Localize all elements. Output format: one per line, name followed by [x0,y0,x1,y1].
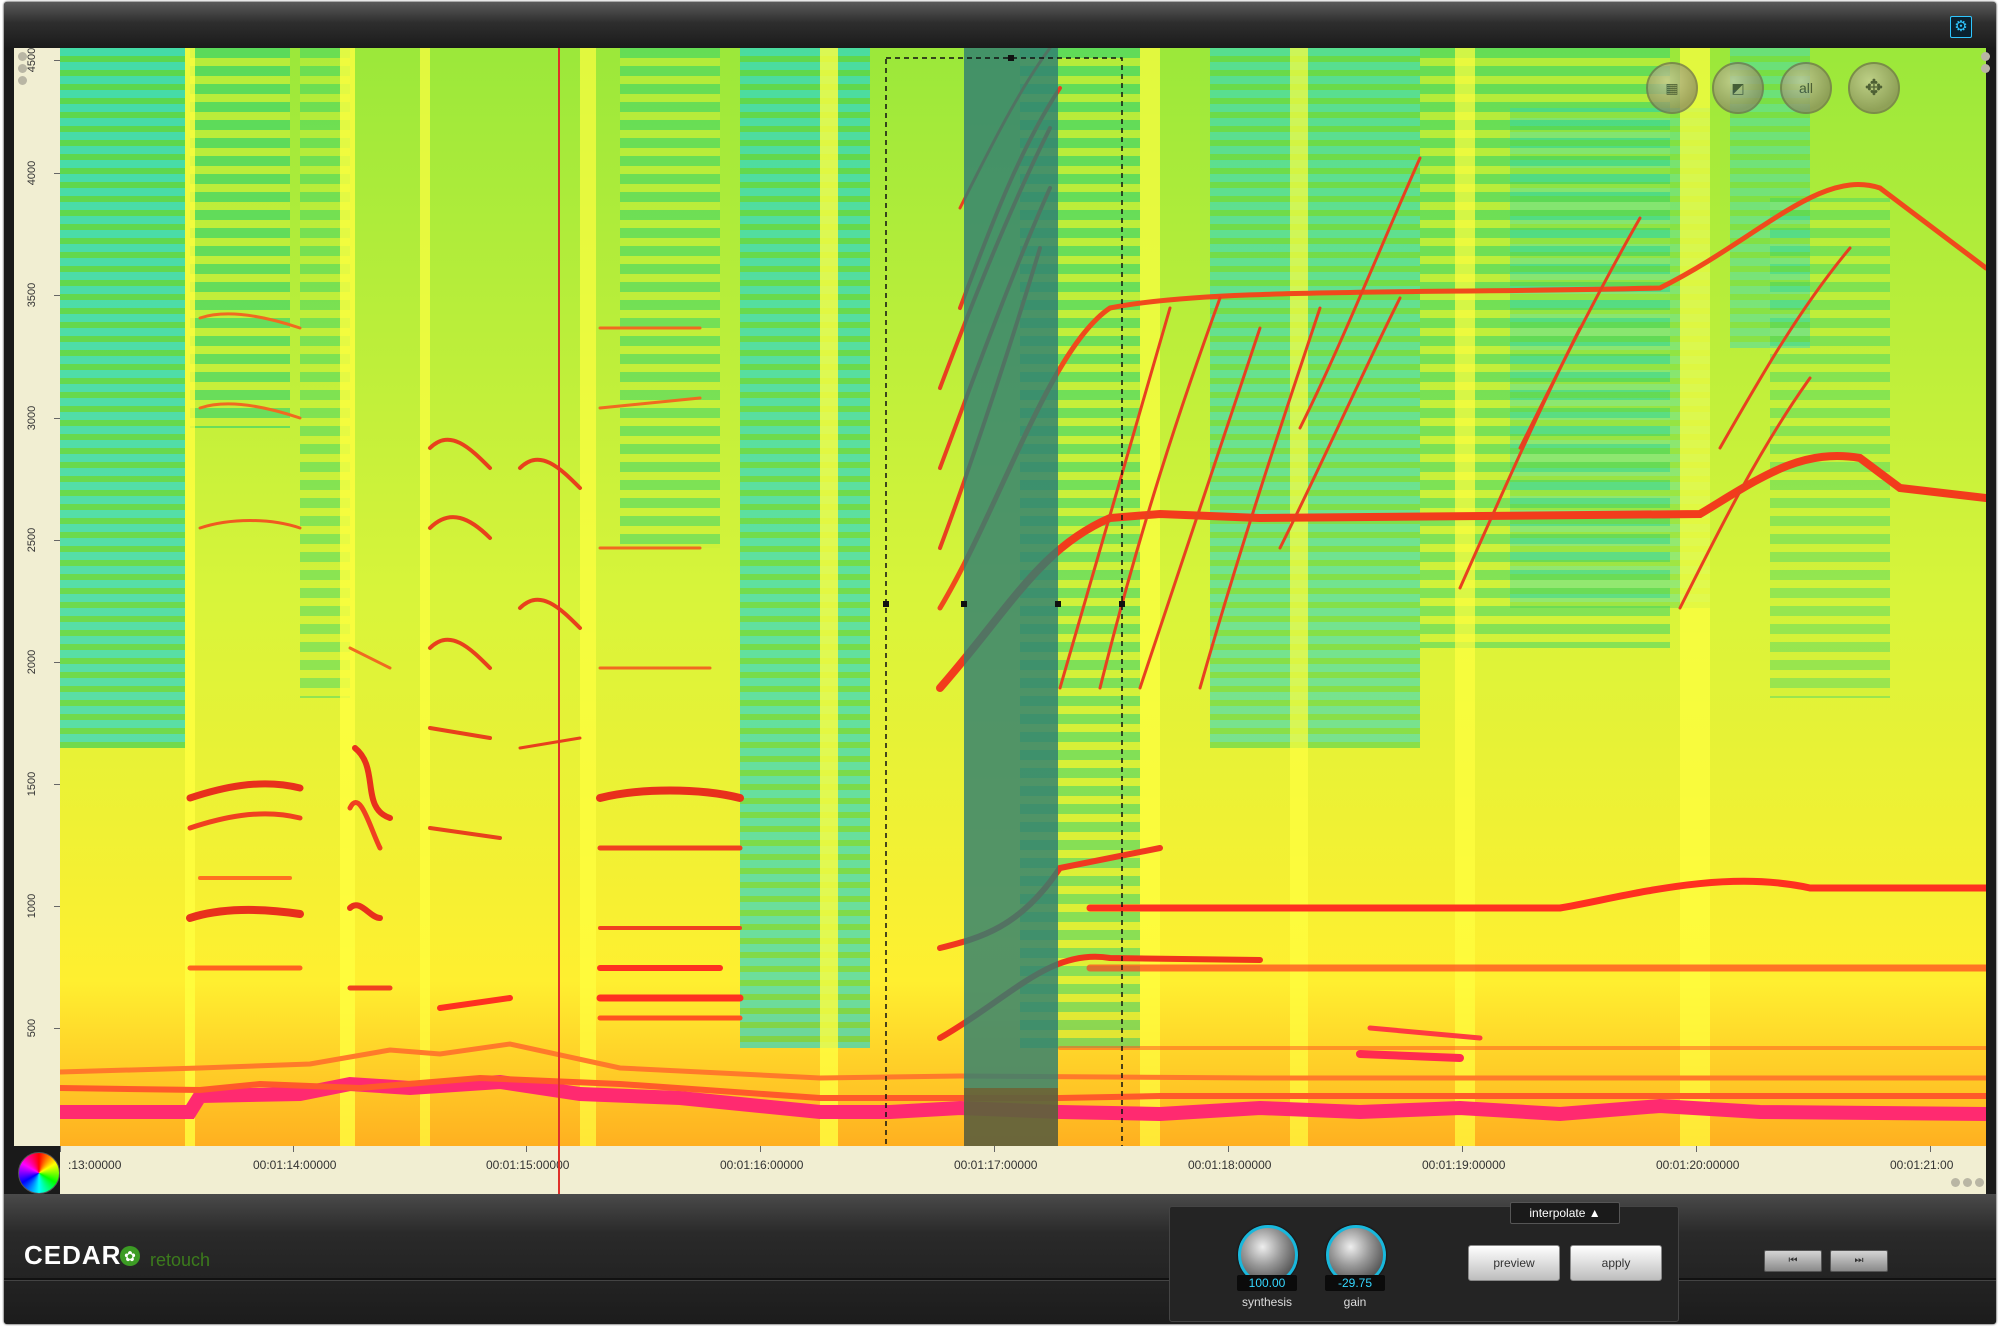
gain-label: gain [1343,1295,1367,1309]
resize-handle-right[interactable] [1981,52,1990,76]
time-axis: :13:00000 00:01:14:00000 00:01:15:00000 … [60,1146,1986,1194]
time-label: 00:01:17:00000 [954,1158,1038,1172]
product-name: retouch [150,1250,211,1270]
next-button[interactable]: ⏭ [1830,1250,1888,1272]
axis-tick [1930,1146,1931,1152]
axis-tick [760,1146,761,1152]
gain-control: -29.75 gain [1320,1225,1390,1315]
process-panel: interpolate ▲ 100.00 synthesis -29.75 ga… [1169,1202,1679,1322]
bottom-toolbar: CEDAR ✿ retouch interpolate ▲ 100.00 syn… [4,1194,1996,1324]
chevron-up-icon: ▲ [1588,1206,1601,1220]
synthesis-control: 100.00 synthesis [1232,1225,1302,1315]
time-label: 00:01:21:00 [1890,1158,1954,1172]
rect-select-icon: ▦ [1665,80,1679,96]
frequency-label: 2500 [26,527,38,553]
frequency-label: 1500 [26,771,38,797]
frequency-label: 1000 [26,893,38,919]
gain-value[interactable]: -29.75 [1325,1275,1385,1291]
frequency-label: 3500 [26,282,38,308]
mode-dropdown[interactable]: interpolate ▲ [1510,1202,1620,1224]
axis-tick [60,1146,61,1152]
time-label: 00:01:16:00000 [720,1158,804,1172]
rect-select-tool[interactable]: ▦ [1646,62,1698,114]
move-icon: ✥ [1864,75,1884,100]
settings-icon[interactable]: ⚙ [1950,16,1972,38]
select-all-tool[interactable]: all [1780,62,1832,114]
cedar-window: ⚙ 4500 4000 3500 3000 2500 2000 1500 100… [4,2,1996,1324]
axis-tick [293,1146,294,1152]
title-bar: ⚙ [4,2,1996,48]
resize-handle-bottom-right[interactable] [1951,1178,1984,1187]
retouch-logo-icon: ✿ [120,1246,140,1266]
time-label: :13:00000 [68,1158,122,1172]
axis-tick [1462,1146,1463,1152]
axis-tick [1228,1146,1229,1152]
mode-label: interpolate [1529,1206,1586,1220]
apply-button[interactable]: apply [1570,1245,1662,1281]
axis-tick [994,1146,995,1152]
frequency-label: 3000 [26,405,38,431]
cedar-logo: CEDAR [24,1240,122,1270]
synthesis-label: synthesis [1241,1295,1293,1309]
move-tool[interactable]: ✥ [1848,62,1900,114]
lasso-select-icon: ◩ [1731,80,1745,96]
lasso-select-tool[interactable]: ◩ [1712,62,1764,114]
previous-button[interactable]: ⏮ [1764,1250,1822,1272]
color-wheel-icon[interactable] [18,1152,60,1194]
divider [4,1278,1996,1280]
synthesis-value[interactable]: 100.00 [1237,1275,1297,1291]
frequency-label: 500 [26,1018,38,1038]
spectrogram-image [60,48,1986,1146]
time-label: 00:01:18:00000 [1188,1158,1272,1172]
time-label: 00:01:14:00000 [253,1158,337,1172]
preview-button[interactable]: preview [1468,1245,1560,1281]
time-label: 00:01:15:00000 [486,1158,570,1172]
axis-tick [1696,1146,1697,1152]
frequency-label: 4000 [26,160,38,186]
spectrogram-view[interactable]: ▦ ◩ all ✥ [60,48,1986,1146]
axis-tick [526,1146,527,1152]
frequency-label: 4500 [26,47,38,73]
frequency-label: 2000 [26,649,38,675]
time-label: 00:01:19:00000 [1422,1158,1506,1172]
select-all-icon: all [1798,80,1813,96]
resize-handle-left[interactable] [18,52,27,88]
time-label: 00:01:20:00000 [1656,1158,1740,1172]
playhead-cursor[interactable] [558,48,560,1196]
frequency-axis: 4500 4000 3500 3000 2500 2000 1500 1000 … [14,48,60,1146]
